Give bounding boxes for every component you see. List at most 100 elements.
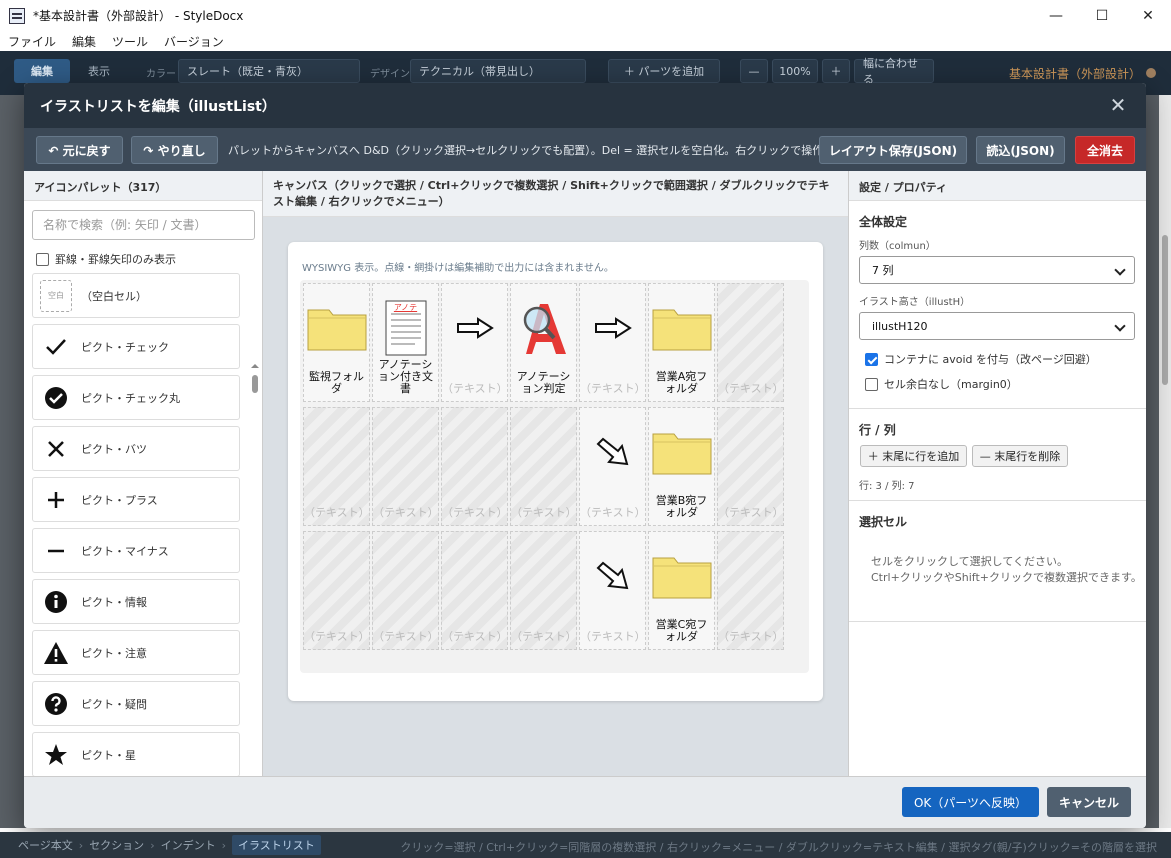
zoom-out-button[interactable]: — <box>740 59 768 83</box>
menu-tools[interactable]: ツール <box>112 33 148 50</box>
grid-cell[interactable]: （テキスト） <box>579 283 646 402</box>
color-select[interactable]: スレート（既定・青灰） <box>178 59 360 83</box>
arrow-right-icon <box>442 298 507 358</box>
cell-text: 営業A宛フォルダ <box>655 370 708 395</box>
grid-cell[interactable]: （テキスト） <box>579 407 646 526</box>
save-layout-button[interactable]: レイアウト保存(JSON) <box>819 136 967 164</box>
grid-cell[interactable]: （テキスト） <box>441 283 508 402</box>
palette-item-label: ピクト・チェック <box>81 340 169 354</box>
grid-cell[interactable]: 監視フォルダ <box>303 283 370 402</box>
warning-icon <box>39 636 73 670</box>
grid-cell[interactable]: （テキスト） <box>510 531 577 650</box>
grid-cell[interactable]: （テキスト） <box>579 531 646 650</box>
page-scrollbar[interactable] <box>1159 95 1171 828</box>
cell-text: （テキスト） <box>580 382 646 395</box>
checkbox-box[interactable] <box>36 252 49 266</box>
grid-cell[interactable]: （テキスト） <box>303 531 370 650</box>
undo-button[interactable]: ↶ 元に戻す <box>36 136 123 164</box>
arrow-right-icon <box>580 298 645 358</box>
breadcrumb-illust-list[interactable]: イラストリスト <box>232 835 321 855</box>
grid-cell[interactable]: （テキスト） <box>717 407 784 526</box>
fit-width-button[interactable]: 幅に合わせる <box>854 57 934 86</box>
grid-cell[interactable]: （テキスト） <box>303 407 370 526</box>
grid-cell[interactable]: 営業B宛フォルダ <box>648 407 715 526</box>
close-icon[interactable]: ✕ <box>1108 95 1128 115</box>
grid-cell[interactable]: （テキスト） <box>441 531 508 650</box>
avoid-checkbox[interactable]: コンテナに avoid を付与（改ページ回避） <box>865 351 1097 367</box>
selected-cell-title: 選択セル <box>859 515 908 529</box>
palette-item-minus[interactable]: ピクト・マイナス <box>32 528 240 573</box>
cell-text: （テキスト） <box>718 382 784 395</box>
palette-item-check[interactable]: ピクト・チェック <box>32 324 240 369</box>
clear-all-button[interactable]: 全消去 <box>1075 136 1135 164</box>
cancel-button[interactable]: キャンセル <box>1047 787 1131 817</box>
palette-item-label: ピクト・情報 <box>81 595 147 609</box>
palette-item-label: ピクト・注意 <box>81 646 147 660</box>
breadcrumb-section[interactable]: セクション <box>89 837 144 853</box>
grid-cell[interactable]: アノテーション判定 <box>510 283 577 402</box>
add-parts-button[interactable]: ＋ パーツを追加 <box>608 59 720 83</box>
grid-cell[interactable]: 営業C宛フォルダ <box>648 531 715 650</box>
canvas-card: WYSIWYG 表示。点線・網掛けは編集補助で出力には含まれません。 監視フォル… <box>288 242 823 701</box>
palette-item-label: （空白セル） <box>81 289 147 303</box>
grid-cell[interactable]: （テキスト） <box>717 531 784 650</box>
palette-item-question[interactable]: ピクト・疑問 <box>32 681 240 726</box>
palette-search-input[interactable] <box>32 210 255 240</box>
menu-version[interactable]: バージョン <box>164 33 224 50</box>
grid-cell[interactable]: アノテ アノテーション付き文書 <box>372 283 439 402</box>
mode-view-tab[interactable]: 表示 <box>72 59 126 83</box>
columns-select[interactable]: 7 列 <box>859 256 1135 284</box>
cell-text: 営業C宛フォルダ <box>655 618 708 643</box>
avoid-label: コンテナに avoid を付与（改ページ回避） <box>884 353 1097 366</box>
columns-value: 7 列 <box>872 264 894 277</box>
grid-cell[interactable]: （テキスト） <box>510 407 577 526</box>
mode-edit-tab[interactable]: 編集 <box>14 59 70 83</box>
menu-file[interactable]: ファイル <box>8 33 56 50</box>
redo-button[interactable]: ↷ やり直し <box>131 136 218 164</box>
breadcrumb-indent[interactable]: インデント <box>161 837 216 853</box>
line-filter-checkbox[interactable]: 罫線・罫線矢印のみ表示 <box>36 251 176 267</box>
ok-button[interactable]: OK（パーツへ反映） <box>902 787 1039 817</box>
grid-cell[interactable]: （テキスト） <box>717 283 784 402</box>
wysiwyg-note: WYSIWYG 表示。点線・網掛けは編集補助で出力には含まれません。 <box>302 263 614 274</box>
info-icon <box>39 585 73 619</box>
palette-item-info[interactable]: ピクト・情報 <box>32 579 240 624</box>
menu-edit[interactable]: 編集 <box>72 33 96 50</box>
palette-item-cross[interactable]: ピクト・バツ <box>32 426 240 471</box>
dialog-footer: OK（パーツへ反映） キャンセル <box>24 776 1146 828</box>
cell-text: アノテーション付き文書 <box>378 358 433 395</box>
add-row-button[interactable]: ＋ 末尾に行を追加 <box>860 445 967 467</box>
cell-text: （テキスト） <box>511 506 577 519</box>
grid-cell[interactable]: （テキスト） <box>372 531 439 650</box>
palette-item-warning[interactable]: ピクト・注意 <box>32 630 240 675</box>
palette-item-label: ピクト・プラス <box>81 493 158 507</box>
grid-cell[interactable]: （テキスト） <box>372 407 439 526</box>
palette-item-plus[interactable]: ピクト・プラス <box>32 477 240 522</box>
window-title: *基本設計書（外部設計） - StyleDocx <box>33 9 244 23</box>
illust-height-select[interactable]: illustH120 <box>859 312 1135 340</box>
palette-item-check-circle[interactable]: ピクト・チェック丸 <box>32 375 240 420</box>
no-margin-label: セル余白なし（margin0） <box>884 378 1018 391</box>
delete-row-button[interactable]: — 末尾行を削除 <box>972 445 1068 467</box>
maximize-button[interactable]: ☐ <box>1079 0 1125 31</box>
no-margin-checkbox-box[interactable] <box>865 377 878 391</box>
grid-cell[interactable]: 営業A宛フォルダ <box>648 283 715 402</box>
zoom-in-button[interactable]: ＋ <box>822 59 850 83</box>
minimize-button[interactable]: — <box>1033 0 1079 31</box>
scrollbar-thumb[interactable] <box>1162 235 1168 385</box>
breadcrumb-page[interactable]: ページ本文 <box>18 837 73 853</box>
close-window-button[interactable]: ✕ <box>1125 0 1171 31</box>
properties-panel: 設定 / プロパティ 全体設定 列数（colmun） 7 列 イラスト高さ（il… <box>848 171 1146 776</box>
palette-scrollbar[interactable] <box>248 361 262 828</box>
grid-cell[interactable]: （テキスト） <box>441 407 508 526</box>
palette-item-star[interactable]: ピクト・星 <box>32 732 240 777</box>
no-margin-checkbox[interactable]: セル余白なし（margin0） <box>865 376 1018 392</box>
design-select[interactable]: テクニカル（帯見出し） <box>410 59 586 83</box>
cell-text: （テキスト） <box>511 630 577 643</box>
cell-text: アノテーション判定 <box>516 370 571 395</box>
folder-icon <box>649 298 714 358</box>
avoid-checkbox-box[interactable] <box>865 352 878 366</box>
load-json-button[interactable]: 読込(JSON) <box>976 136 1065 164</box>
palette-item-blank[interactable]: 空白 （空白セル） <box>32 273 240 318</box>
rowcol-info: 行: 3 / 列: 7 <box>859 481 915 492</box>
